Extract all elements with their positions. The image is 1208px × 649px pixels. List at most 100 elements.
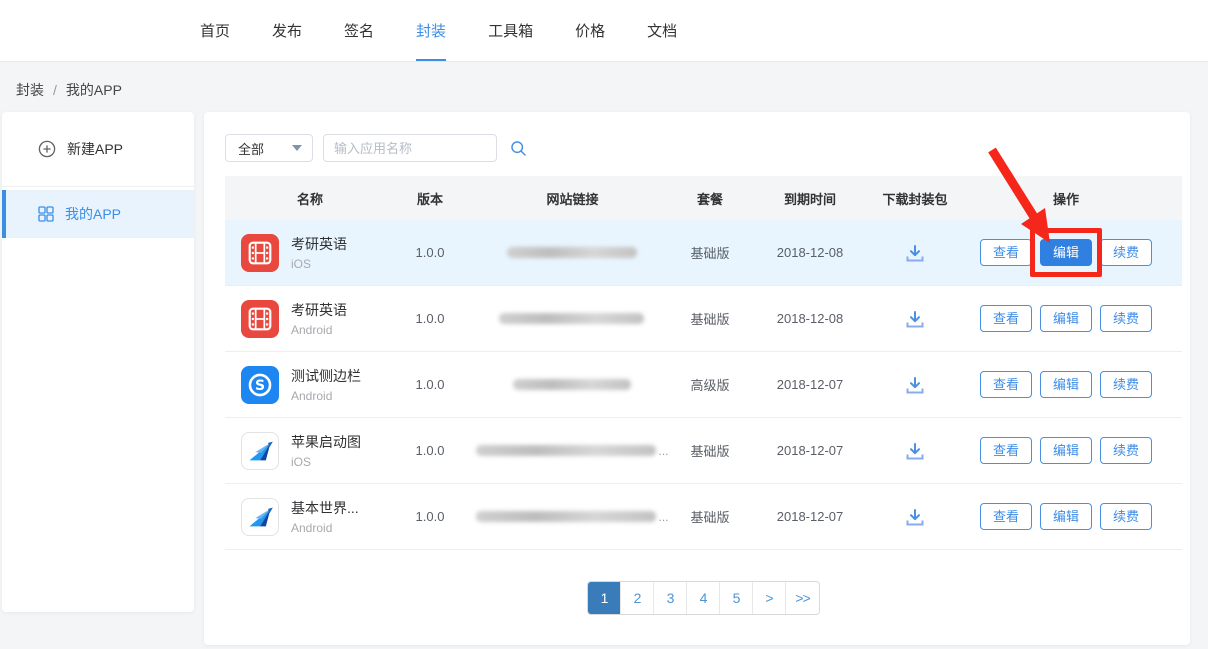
version-cell: 1.0.0 xyxy=(395,443,465,458)
edit-button-highlight-box: 编辑 xyxy=(1040,503,1092,530)
sidebar-item-new-app[interactable]: 新建APP xyxy=(2,112,194,187)
download-icon[interactable] xyxy=(904,441,926,461)
nav-tab-label: 签名 xyxy=(344,20,374,41)
package-cell: 高级版 xyxy=(680,375,740,394)
app-name: 考研英语 xyxy=(291,300,347,320)
nav-tab-label: 文档 xyxy=(647,20,677,41)
download-icon[interactable] xyxy=(904,375,926,395)
nav-tab[interactable]: 签名 xyxy=(344,0,374,61)
pagination-next-button[interactable]: > xyxy=(753,582,786,614)
edit-button[interactable]: 编辑 xyxy=(1040,371,1092,398)
masked-url xyxy=(507,247,637,258)
app-platform: Android xyxy=(291,389,361,403)
nav-tab[interactable]: 封装 xyxy=(416,0,446,61)
table-row[interactable]: 考研英语 iOS 1.0.0 基础版 2018-12-08 查看 编辑 xyxy=(225,220,1182,286)
app-name-cell: S 测试侧边栏 Android xyxy=(225,366,395,404)
sidebar-item-label: 新建APP xyxy=(67,139,123,159)
version-cell: 1.0.0 xyxy=(395,311,465,326)
view-button[interactable]: 查看 xyxy=(980,305,1032,332)
table-row[interactable]: S 测试侧边栏 Android 1.0.0 高级版 2018-12-07 xyxy=(225,352,1182,418)
nav-tab-label: 工具箱 xyxy=(488,20,533,41)
expiry-cell: 2018-12-08 xyxy=(740,245,880,260)
table-column-header: 版本 xyxy=(395,189,465,208)
version-cell: 1.0.0 xyxy=(395,509,465,524)
nav-tab-label: 首页 xyxy=(200,20,230,41)
package-cell: 基础版 xyxy=(680,243,740,262)
table-column-header: 到期时间 xyxy=(740,189,880,208)
url-cell xyxy=(465,379,680,390)
table-row[interactable]: 苹果启动图 iOS 1.0.0 ... 基础版 2018-12-07 查看 编辑 xyxy=(225,418,1182,484)
table-column-header: 套餐 xyxy=(680,189,740,208)
version-cell: 1.0.0 xyxy=(395,245,465,260)
version-cell: 1.0.0 xyxy=(395,377,465,392)
paper-bird-app-icon xyxy=(241,498,279,536)
edit-button[interactable]: 编辑 xyxy=(1040,239,1092,266)
nav-tab[interactable]: 价格 xyxy=(575,0,605,61)
app-platform: Android xyxy=(291,323,347,337)
masked-url xyxy=(476,445,656,456)
renew-button[interactable]: 续费 xyxy=(1100,437,1152,464)
download-cell xyxy=(880,309,950,329)
search-input[interactable] xyxy=(334,141,510,156)
breadcrumb-item-my-app: 我的APP xyxy=(66,80,122,100)
download-cell xyxy=(880,507,950,527)
app-name-block: 基本世界... Android xyxy=(291,498,359,535)
table-row[interactable]: 考研英语 Android 1.0.0 基础版 2018-12-08 查看 编辑 xyxy=(225,286,1182,352)
table-column-header: 名称 xyxy=(225,189,395,208)
url-cell xyxy=(465,313,680,324)
sidebar-item-label: 我的APP xyxy=(65,204,121,224)
url-cell: ... xyxy=(465,510,680,524)
nav-tab-label: 价格 xyxy=(575,20,605,41)
pagination-page-button[interactable]: 1 xyxy=(588,582,621,614)
pagination-page-button[interactable]: 5 xyxy=(720,582,753,614)
app-name-block: 考研英语 Android xyxy=(291,300,347,337)
nav-tab[interactable]: 发布 xyxy=(272,0,302,61)
edit-button[interactable]: 编辑 xyxy=(1040,437,1092,464)
view-button[interactable]: 查看 xyxy=(980,437,1032,464)
plus-circle-icon xyxy=(38,140,56,158)
expiry-cell: 2018-12-07 xyxy=(740,509,880,524)
paper-bird-app-icon xyxy=(241,432,279,470)
expiry-cell: 2018-12-07 xyxy=(740,443,880,458)
expiry-cell: 2018-12-07 xyxy=(740,377,880,392)
pagination-last-button[interactable]: >> xyxy=(786,582,819,614)
renew-button[interactable]: 续费 xyxy=(1100,503,1152,530)
breadcrumb-item-package[interactable]: 封装 xyxy=(16,80,44,100)
download-cell xyxy=(880,375,950,395)
download-icon[interactable] xyxy=(904,243,926,263)
nav-tab-label: 封装 xyxy=(416,20,446,41)
top-navigation: 首页 发布 签名 封装 工具箱 价格 文档 xyxy=(0,0,1208,62)
app-name-cell: 考研英语 Android xyxy=(225,300,395,338)
renew-button[interactable]: 续费 xyxy=(1100,305,1152,332)
table-header-row: 名称版本网站链接套餐到期时间下载封装包操作 xyxy=(225,176,1182,220)
view-button[interactable]: 查看 xyxy=(980,239,1032,266)
renew-button[interactable]: 续费 xyxy=(1100,371,1152,398)
filter-dropdown[interactable]: 全部 xyxy=(225,134,313,162)
package-cell: 基础版 xyxy=(680,309,740,328)
sidebar-item-my-app[interactable]: 我的APP xyxy=(2,190,194,238)
app-platform: iOS xyxy=(291,257,347,271)
edit-button[interactable]: 编辑 xyxy=(1040,503,1092,530)
view-button[interactable]: 查看 xyxy=(980,371,1032,398)
view-button[interactable]: 查看 xyxy=(980,503,1032,530)
table-row[interactable]: 基本世界... Android 1.0.0 ... 基础版 2018-12-07… xyxy=(225,484,1182,550)
download-cell xyxy=(880,441,950,461)
table-body: 考研英语 iOS 1.0.0 基础版 2018-12-08 查看 编辑 xyxy=(225,220,1182,550)
app-platform: iOS xyxy=(291,455,361,469)
nav-tab[interactable]: 工具箱 xyxy=(488,0,533,61)
search-icon[interactable] xyxy=(510,140,527,157)
renew-button[interactable]: 续费 xyxy=(1100,239,1152,266)
pagination-page-button[interactable]: 3 xyxy=(654,582,687,614)
download-icon[interactable] xyxy=(904,507,926,527)
edit-button-highlight-box: 编辑 xyxy=(1040,437,1092,464)
app-name-block: 测试侧边栏 Android xyxy=(291,366,361,403)
pagination-page-button[interactable]: 2 xyxy=(621,582,654,614)
nav-tab[interactable]: 首页 xyxy=(200,0,230,61)
edit-button[interactable]: 编辑 xyxy=(1040,305,1092,332)
svg-text:S: S xyxy=(255,378,265,394)
pagination-page-button[interactable]: 4 xyxy=(687,582,720,614)
app-name-cell: 基本世界... Android xyxy=(225,498,395,536)
download-icon[interactable] xyxy=(904,309,926,329)
nav-tab[interactable]: 文档 xyxy=(647,0,677,61)
expiry-cell: 2018-12-08 xyxy=(740,311,880,326)
